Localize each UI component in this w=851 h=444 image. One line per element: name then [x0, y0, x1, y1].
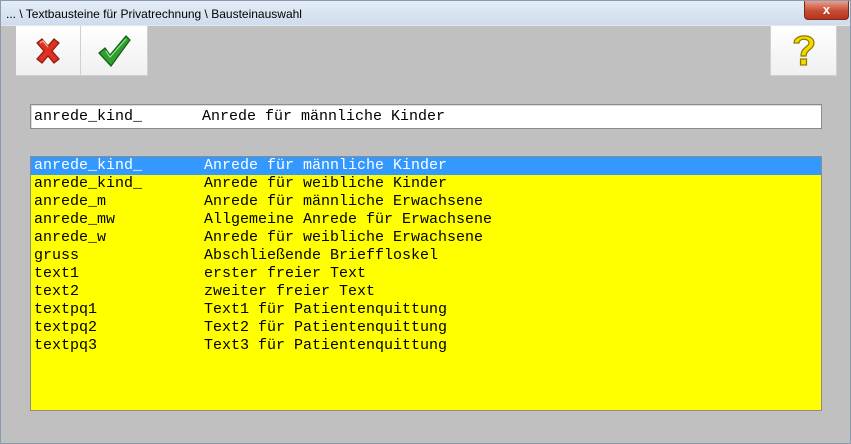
- list-item-key: gruss: [34, 247, 80, 264]
- list-item-key: textpq3: [34, 337, 98, 354]
- list-item-key: textpq1: [34, 301, 98, 318]
- list-item[interactable]: anrede_mw Allgemeine Anrede für Erwachsen…: [31, 211, 821, 229]
- list-item[interactable]: anrede_kind_ Anrede für männliche Kinder: [31, 157, 821, 175]
- list-item[interactable]: anrede_w Anrede für weibliche Erwachsene: [31, 229, 821, 247]
- list-item-description: Anrede für männliche Kinder: [204, 157, 448, 174]
- list-item-description: Allgemeine Anrede für Erwachsene: [204, 211, 493, 228]
- list-item-description: erster freier Text: [204, 265, 367, 282]
- list-item[interactable]: text1 erster freier Text: [31, 265, 821, 283]
- confirm-button[interactable]: [81, 26, 148, 76]
- list-item-description: Abschließende Brieffloskel: [204, 247, 439, 264]
- list-item[interactable]: textpq2 Text2 für Patientenquittung: [31, 319, 821, 337]
- list-item-description: Anrede für weibliche Erwachsene: [204, 229, 484, 246]
- list-item-key: text2: [34, 283, 80, 300]
- cancel-button[interactable]: [16, 26, 81, 76]
- list-item-key: anrede_m: [34, 193, 107, 210]
- window-title: ... \ Textbausteine für Privatrechnung \…: [6, 7, 302, 21]
- list-item[interactable]: gruss Abschließende Brieffloskel: [31, 247, 821, 265]
- list-item-key: text1: [34, 265, 80, 282]
- list-item-key: anrede_kind_: [34, 175, 143, 192]
- help-button[interactable]: [770, 26, 837, 76]
- red-x-icon: [36, 38, 60, 64]
- selected-entry-field[interactable]: anrede_kind_ Anrede für männliche Kinder: [30, 104, 822, 129]
- list-item-description: zweiter freier Text: [204, 283, 376, 300]
- close-button[interactable]: x: [804, 1, 849, 20]
- list-item-key: textpq2: [34, 319, 98, 336]
- list-item-key: anrede_kind_: [34, 157, 143, 174]
- list-item-description: Anrede für männliche Erwachsene: [204, 193, 484, 210]
- selected-description: Anrede für männliche Kinder: [202, 108, 446, 125]
- list-item-description: Text2 für Patientenquittung: [204, 319, 448, 336]
- green-check-icon: [98, 35, 131, 67]
- list-item[interactable]: textpq1 Text1 für Patientenquittung: [31, 301, 821, 319]
- list-item[interactable]: textpq3 Text3 für Patientenquittung: [31, 337, 821, 355]
- list-item-description: Text1 für Patientenquittung: [204, 301, 448, 318]
- yellow-question-mark-icon: [793, 35, 815, 66]
- list-item-key: anrede_w: [34, 229, 107, 246]
- title-bar[interactable]: ... \ Textbausteine für Privatrechnung \…: [1, 1, 850, 26]
- text-block-list[interactable]: anrede_kind_ Anrede für männliche Kinder a…: [30, 156, 822, 411]
- dialog-window: ... \ Textbausteine für Privatrechnung \…: [0, 0, 851, 444]
- list-item-description: Anrede für weibliche Kinder: [204, 175, 448, 192]
- list-item-key: anrede_mw: [34, 211, 116, 228]
- selected-key: anrede_kind_: [34, 108, 143, 125]
- list-item[interactable]: anrede_kind_ Anrede für weibliche Kinder: [31, 175, 821, 193]
- list-item[interactable]: anrede_m Anrede für männliche Erwachsene: [31, 193, 821, 211]
- list-item[interactable]: text2 zweiter freier Text: [31, 283, 821, 301]
- list-item-description: Text3 für Patientenquittung: [204, 337, 448, 354]
